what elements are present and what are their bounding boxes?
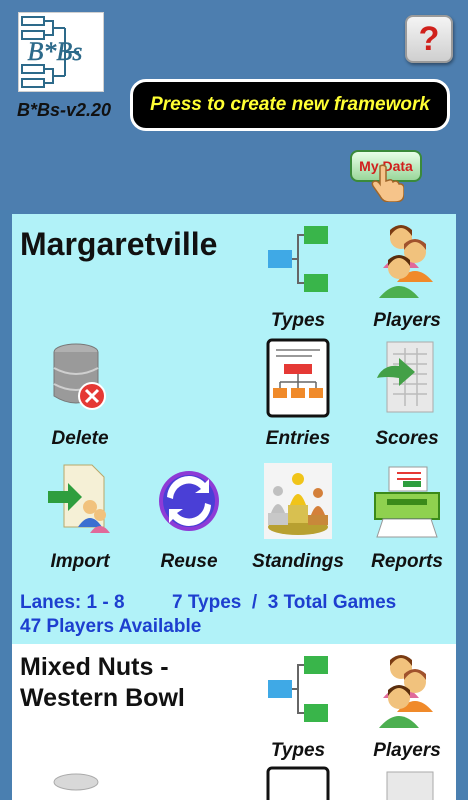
- entries-tile[interactable]: Entries: [246, 338, 350, 458]
- framework-card-margaretville[interactable]: Margaretville Types Players Delete Entri…: [12, 214, 456, 644]
- reports-printer-icon: [374, 466, 440, 538]
- scores-tile[interactable]: Scores: [355, 338, 459, 458]
- import-document-icon: [48, 464, 110, 533]
- types-label: Types: [270, 740, 326, 761]
- reports-tile[interactable]: Reports: [355, 461, 459, 581]
- reuse-label: Reuse: [160, 551, 218, 572]
- players-group-icon: [379, 655, 433, 728]
- import-tile[interactable]: Import: [28, 461, 132, 581]
- players-available-text: 47 Players Available: [20, 616, 202, 637]
- entries-chart-icon: [266, 766, 330, 800]
- framework-stats-line: Lanes: 1 - 8 7 Types / 3 Total Games: [20, 592, 396, 614]
- types-games-text: 7 Types / 3 Total Games: [172, 592, 397, 613]
- create-framework-button[interactable]: Press to create new framework: [130, 79, 450, 131]
- players-group-icon: [379, 225, 433, 298]
- types-tree-icon: [268, 656, 328, 722]
- framework-title-line1: Mixed Nuts -: [20, 653, 169, 681]
- entries-chart-icon: [266, 338, 330, 418]
- framework-title: Mixed Nuts - Western Bowl: [20, 652, 260, 715]
- players-tile[interactable]: Players: [355, 650, 459, 770]
- svg-text:B*Bs: B*Bs: [28, 37, 83, 66]
- players-tile[interactable]: Players: [355, 220, 459, 340]
- delete-label: Delete: [51, 428, 109, 449]
- reuse-tile[interactable]: Reuse: [137, 461, 241, 581]
- types-tree-icon: [268, 226, 328, 292]
- framework-title-line2: Western Bowl: [20, 684, 185, 713]
- hand-pointer-icon: [371, 164, 404, 202]
- types-label: Types: [270, 310, 326, 331]
- standings-label: Standings: [252, 551, 344, 572]
- entries-label: Entries: [265, 428, 331, 449]
- scores-label: Scores: [375, 428, 439, 449]
- app-version: B*Bs-v2.20: [16, 100, 112, 120]
- lanes-text: Lanes: 1 - 8: [20, 592, 125, 613]
- framework-title: Margaretville: [20, 226, 218, 262]
- scores-sheet-icon: [386, 771, 434, 800]
- delete-database-icon: [53, 343, 106, 410]
- delete-database-icon: [53, 773, 99, 791]
- my-data-button[interactable]: My Data: [350, 150, 422, 202]
- question-icon: ?: [418, 19, 440, 58]
- import-label: Import: [50, 551, 110, 572]
- delete-tile[interactable]: Delete: [28, 338, 132, 458]
- players-label: Players: [373, 310, 441, 331]
- framework-card-mixed-nuts[interactable]: Mixed Nuts - Western Bowl Types Players: [12, 644, 456, 800]
- types-tile[interactable]: Types: [246, 220, 350, 340]
- scores-sheet-icon: [377, 341, 434, 413]
- standings-podium-icon: [264, 463, 332, 539]
- help-button[interactable]: ?: [405, 15, 453, 63]
- reports-label: Reports: [371, 551, 443, 572]
- app-header: B*Bs B*Bs-v2.20 ? Press to create new fr…: [0, 0, 468, 210]
- bracket-logo-icon: B*Bs: [21, 16, 83, 88]
- standings-tile[interactable]: Standings: [246, 461, 350, 581]
- reuse-refresh-icon: [159, 471, 219, 531]
- types-tile[interactable]: Types: [246, 650, 350, 770]
- players-label: Players: [373, 740, 441, 761]
- app-logo: B*Bs: [18, 12, 104, 92]
